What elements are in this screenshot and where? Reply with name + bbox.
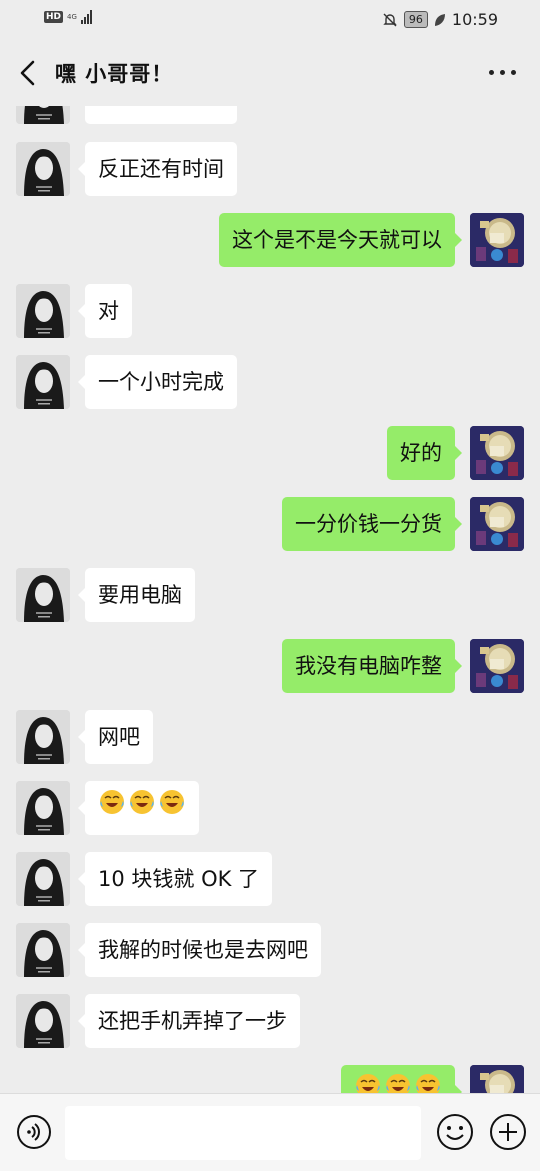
received-message: 10 块钱就 OK 了 <box>0 852 540 906</box>
mute-bell-icon <box>383 13 397 26</box>
message-bubble[interactable]: 还把手机弄掉了一步 <box>78 994 300 1048</box>
message-bubble[interactable]: 对 <box>78 284 132 338</box>
chat-header: 嘿 小哥哥！ <box>0 40 540 106</box>
contact-avatar[interactable] <box>16 781 70 835</box>
signal-bars-icon <box>80 10 92 24</box>
sent-message: 一分价钱一分货 <box>0 497 540 551</box>
contact-avatar[interactable] <box>16 923 70 977</box>
emoji-icon[interactable] <box>436 1113 474 1151</box>
contact-avatar[interactable] <box>16 106 70 124</box>
contact-avatar[interactable] <box>16 710 70 764</box>
chat-title: 嘿 小哥哥！ <box>55 62 174 86</box>
emoji-group <box>98 782 186 836</box>
message-bubble[interactable] <box>78 781 199 836</box>
laughing-crying-emoji <box>354 1066 382 1093</box>
received-message <box>0 781 540 835</box>
contact-avatar[interactable] <box>16 852 70 906</box>
my-avatar[interactable] <box>470 213 524 267</box>
message-bubble[interactable]: 反正还有时间 <box>78 142 237 196</box>
message-bubble[interactable]: 要用电脑 <box>78 568 195 622</box>
received-message: 一个小时完成 <box>0 355 540 409</box>
status-right: 96 10:59 <box>382 10 498 29</box>
signal-indicators: HD 4G <box>44 10 92 24</box>
message-input[interactable] <box>65 1106 421 1160</box>
received-message: 反正还有时间 <box>0 142 540 196</box>
sent-message: 好的 <box>0 426 540 480</box>
received-message: 对 <box>0 284 540 338</box>
laughing-crying-emoji <box>384 1066 412 1093</box>
contact-avatar[interactable] <box>16 568 70 622</box>
sent-message <box>0 1065 540 1093</box>
received-message: 要用电脑 <box>0 568 540 622</box>
received-message: 网吧 <box>0 710 540 764</box>
received-message: 也可以去试试 <box>0 106 540 124</box>
my-avatar[interactable] <box>470 639 524 693</box>
message-bubble[interactable]: 网吧 <box>78 710 153 764</box>
my-avatar[interactable] <box>470 1065 524 1093</box>
contact-avatar[interactable] <box>16 142 70 196</box>
laughing-crying-emoji <box>158 782 186 836</box>
laughing-crying-emoji <box>128 782 156 836</box>
my-avatar[interactable] <box>470 426 524 480</box>
sent-message: 这个是不是今天就可以 <box>0 213 540 267</box>
contact-avatar[interactable] <box>16 284 70 338</box>
leaf-icon <box>434 13 445 26</box>
message-bubble[interactable] <box>341 1065 462 1093</box>
message-bubble[interactable]: 我解的时候也是去网吧 <box>78 923 321 977</box>
hd-badge: HD <box>44 11 64 23</box>
contact-avatar[interactable] <box>16 994 70 1048</box>
back-arrow-icon[interactable] <box>16 58 40 88</box>
message-bubble[interactable]: 我没有电脑咋整 <box>282 639 462 693</box>
contact-avatar[interactable] <box>16 355 70 409</box>
sent-message: 我没有电脑咋整 <box>0 639 540 693</box>
received-message: 我解的时候也是去网吧 <box>0 923 540 977</box>
message-bubble[interactable]: 也可以去试试 <box>85 106 237 124</box>
message-bubble[interactable]: 好的 <box>387 426 462 480</box>
laughing-crying-emoji <box>98 782 126 836</box>
emoji-group <box>354 1066 442 1093</box>
clock: 10:59 <box>451 10 498 29</box>
message-bubble[interactable]: 一个小时完成 <box>78 355 237 409</box>
message-bubble[interactable]: 这个是不是今天就可以 <box>219 213 462 267</box>
laughing-crying-emoji <box>414 1066 442 1093</box>
received-message: 还把手机弄掉了一步 <box>0 994 540 1048</box>
more-options-icon[interactable] <box>489 70 516 75</box>
my-avatar[interactable] <box>470 497 524 551</box>
battery-level: 96 <box>403 11 428 28</box>
voice-input-icon[interactable] <box>16 1114 52 1150</box>
input-toolbar <box>0 1093 540 1171</box>
message-bubble[interactable]: 一分价钱一分货 <box>282 497 462 551</box>
message-bubble[interactable]: 10 块钱就 OK 了 <box>77 852 273 906</box>
message-list[interactable]: 也可以去试试反正还有时间这个是不是今天就可以对一个小时完成好的一分价钱一分货要用… <box>0 106 540 1093</box>
plus-icon[interactable] <box>489 1113 527 1151</box>
status-bar: HD 4G 96 10:59 <box>0 0 540 40</box>
network-type: 4G <box>67 12 77 21</box>
